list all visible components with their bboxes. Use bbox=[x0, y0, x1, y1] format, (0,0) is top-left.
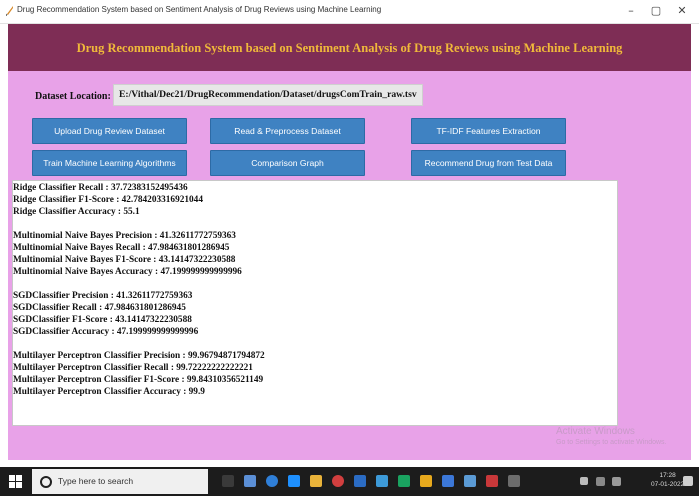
edge-browser-icon[interactable] bbox=[266, 475, 278, 487]
result-line: SGDClassifier Recall : 47.98463180128694… bbox=[13, 303, 186, 313]
taskbar-search[interactable]: Type here to search bbox=[32, 469, 208, 494]
mail-icon[interactable] bbox=[354, 475, 366, 487]
clock[interactable]: 17:28 07-01-2022 bbox=[651, 471, 684, 489]
app-window: Drug Recommendation System based on Sent… bbox=[8, 24, 691, 460]
chrome-icon[interactable] bbox=[332, 475, 344, 487]
preprocess-dataset-button[interactable]: Read & Preprocess Dataset bbox=[210, 118, 365, 144]
result-line: Multinomial Naive Bayes F1-Score : 43.14… bbox=[13, 255, 236, 265]
result-line: Multilayer Perceptron Classifier Recall … bbox=[13, 363, 253, 373]
network-icon[interactable] bbox=[596, 477, 605, 486]
folder-icon[interactable] bbox=[420, 475, 432, 487]
results-text-area[interactable]: Ridge Classifier Recall : 37.72383152495… bbox=[12, 180, 618, 426]
store-icon[interactable] bbox=[288, 475, 300, 487]
notification-icon[interactable] bbox=[683, 476, 693, 486]
comparison-graph-button[interactable]: Comparison Graph bbox=[210, 150, 365, 176]
volume-icon[interactable] bbox=[612, 477, 621, 486]
result-line: Multilayer Perceptron Classifier Accurac… bbox=[13, 387, 205, 397]
activate-windows-hint: Go to Settings to activate Windows. bbox=[556, 439, 667, 446]
result-line: Multinomial Naive Bayes Recall : 47.9846… bbox=[13, 243, 230, 253]
result-line: Multilayer Perceptron Classifier F1-Scor… bbox=[13, 375, 264, 385]
maximize-button[interactable]: ▢ bbox=[645, 3, 667, 19]
result-line: SGDClassifier Accuracy : 47.199999999999… bbox=[13, 327, 199, 337]
activate-windows-watermark: Activate Windows bbox=[556, 426, 635, 437]
clock-date: 07-01-2022 bbox=[651, 481, 685, 488]
search-placeholder: Type here to search bbox=[58, 476, 134, 486]
result-line: Multilayer Perceptron Classifier Precisi… bbox=[13, 351, 265, 361]
train-algorithms-button[interactable]: Train Machine Learning Algorithms bbox=[32, 150, 187, 176]
excel-icon[interactable] bbox=[398, 475, 410, 487]
window-titlebar: Drug Recommendation System based on Sent… bbox=[0, 0, 699, 24]
app-header: Drug Recommendation System based on Sent… bbox=[8, 24, 691, 71]
result-line: Ridge Classifier Accuracy : 55.1 bbox=[13, 207, 140, 217]
feather-icon bbox=[6, 6, 13, 16]
dataset-location-label: Dataset Location: bbox=[35, 91, 111, 102]
close-button[interactable]: ✕ bbox=[671, 3, 693, 19]
photos-icon[interactable] bbox=[376, 475, 388, 487]
result-line: Multinomial Naive Bayes Precision : 41.3… bbox=[13, 231, 236, 241]
microphone-icon[interactable] bbox=[222, 475, 234, 487]
page-title: Drug Recommendation System based on Sent… bbox=[76, 41, 623, 55]
file-explorer-icon[interactable] bbox=[310, 475, 322, 487]
app-icon[interactable] bbox=[486, 475, 498, 487]
result-line: SGDClassifier F1-Score : 43.141473222305… bbox=[13, 315, 192, 325]
taskbar: Type here to search 17:28 07-01-2022 bbox=[0, 467, 699, 496]
python-icon[interactable] bbox=[442, 475, 454, 487]
windows-start-icon[interactable] bbox=[9, 475, 22, 488]
clock-time: 17:28 bbox=[659, 472, 676, 479]
upload-dataset-button[interactable]: Upload Drug Review Dataset bbox=[32, 118, 187, 144]
window-title: Drug Recommendation System based on Sent… bbox=[17, 5, 382, 14]
recommend-drug-button[interactable]: Recommend Drug from Test Data bbox=[411, 150, 566, 176]
dataset-path-field: E:/Vithal/Dec21/DrugRecommendation/Datas… bbox=[113, 84, 423, 106]
tray-chevron-icon[interactable] bbox=[580, 477, 588, 485]
minimize-button[interactable]: – bbox=[620, 3, 642, 19]
word-icon[interactable] bbox=[464, 475, 476, 487]
task-view-icon[interactable] bbox=[244, 475, 256, 487]
result-line: Multinomial Naive Bayes Accuracy : 47.19… bbox=[13, 267, 242, 277]
result-line: SGDClassifier Precision : 41.32611772759… bbox=[13, 291, 193, 301]
cortana-icon bbox=[40, 476, 52, 488]
tfidf-extraction-button[interactable]: TF-IDF Features Extraction bbox=[411, 118, 566, 144]
result-line: Ridge Classifier Recall : 37.72383152495… bbox=[13, 183, 188, 193]
app-icon-2[interactable] bbox=[508, 475, 520, 487]
result-line: Ridge Classifier F1-Score : 42.784203316… bbox=[13, 195, 203, 205]
